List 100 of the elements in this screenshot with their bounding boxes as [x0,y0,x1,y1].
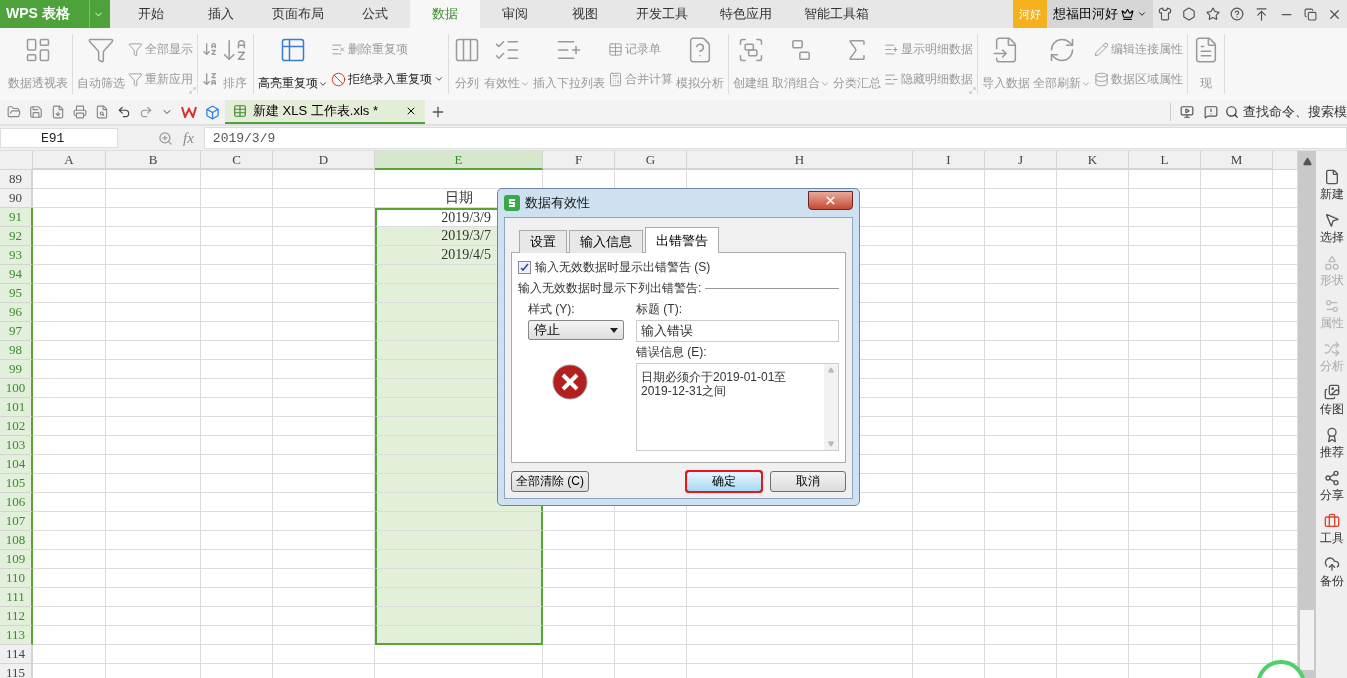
row-header[interactable]: 115 [0,664,33,678]
side-panel-item[interactable]: 分享 [1319,470,1344,504]
row-header[interactable]: 112 [0,607,33,626]
side-panel-item[interactable]: 备份 [1319,556,1344,590]
column-header[interactable]: F [543,151,615,170]
search-field[interactable]: 查找命令、搜索模 [1243,103,1347,121]
zoom-icon[interactable] [158,130,173,146]
table-cell [201,284,273,303]
formula-field[interactable]: 2019/3/9 [203,127,1347,149]
column-header[interactable]: I [913,151,985,170]
side-panel-item[interactable]: 传图 [1319,384,1344,418]
launcher-icon[interactable] [189,87,196,94]
row-header[interactable]: 110 [0,569,33,588]
table-cell [985,626,1057,645]
scroll-thumb[interactable] [1300,610,1314,670]
row-header[interactable]: 91 [0,208,33,227]
row-header[interactable]: 105 [0,474,33,493]
column-header[interactable]: G [615,151,687,170]
row-header[interactable]: 97 [0,322,33,341]
table-cell [201,607,273,626]
name-box[interactable]: E91 [0,128,118,148]
close-button[interactable] [808,190,853,210]
scrollbar[interactable] [1298,151,1316,678]
menu-tab[interactable]: 数据 [410,0,480,28]
dialog-button[interactable]: 确定 [686,471,762,492]
column-header[interactable]: J [985,151,1057,170]
column-header[interactable]: E [375,151,543,170]
row-header[interactable]: 102 [0,417,33,436]
row-header[interactable]: 103 [0,436,33,455]
column-header[interactable]: D [273,151,375,170]
row-header[interactable]: 98 [0,341,33,360]
menu-tab[interactable]: 开始 [116,0,186,28]
style-dropdown[interactable]: 停止 [528,320,624,340]
menu-tab[interactable]: 公式 [340,0,410,28]
function-label[interactable]: fx [173,129,204,147]
scroll-up-icon[interactable] [1302,157,1312,166]
side-panel-item[interactable]: 新建 [1319,169,1344,203]
message-field[interactable]: 日期必须介于2019-01-01至 2019-12-31之间 [636,363,839,451]
share-icon [1323,470,1340,486]
column-header[interactable]: L [1129,151,1201,170]
column-header[interactable]: B [106,151,201,170]
dialog-tab[interactable]: 输入信息 [569,230,643,253]
row-header[interactable]: 93 [0,246,33,265]
column-header[interactable]: M [1201,151,1273,170]
row-header[interactable]: 114 [0,645,33,664]
checkbox[interactable] [518,261,531,274]
menu-tab[interactable]: 特色应用 [704,0,788,28]
ribbon-button[interactable]: 拒绝录入重复项 [330,68,445,90]
dialog-tab[interactable]: 出错警告 [645,227,719,253]
app-menu-button[interactable]: WPS 表格 [0,0,110,28]
row-header[interactable]: 89 [0,170,33,189]
row-header[interactable]: 92 [0,227,33,246]
column-header[interactable]: H [687,151,913,170]
table-cell [1201,189,1273,208]
account-button[interactable]: 想福田河好 [1047,0,1153,28]
row-header[interactable]: 104 [0,455,33,474]
row-header[interactable]: 90 [0,189,33,208]
table-cell [913,493,985,512]
launcher-icon[interactable] [969,87,976,94]
column-header[interactable]: A [33,151,106,170]
column-header[interactable]: C [201,151,273,170]
row-header[interactable]: 111 [0,588,33,607]
row-header[interactable]: 107 [0,512,33,531]
row-header[interactable]: 113 [0,626,33,645]
scroll-down-icon[interactable] [828,441,834,447]
table-cell [1057,189,1129,208]
row-header[interactable]: 100 [0,379,33,398]
menu-tab[interactable]: 视图 [550,0,620,28]
ribbon-button[interactable]: 高亮重复项 [257,34,329,94]
dialog-tab[interactable]: 设置 [519,230,567,253]
row-header[interactable]: 96 [0,303,33,322]
table-cell [913,208,985,227]
dialog-button[interactable]: 全部清除 (C) [511,471,589,492]
table-cell [1201,607,1273,626]
row-header[interactable]: 109 [0,550,33,569]
table-cell [1129,645,1201,664]
row-header[interactable]: 108 [0,531,33,550]
row-header[interactable]: 94 [0,265,33,284]
title-field[interactable]: 输入错误 [636,320,839,342]
menu-tab[interactable]: 审阅 [480,0,550,28]
side-panel-item[interactable]: 工具 [1319,513,1344,547]
close-icon[interactable] [405,105,417,117]
row-header[interactable]: 101 [0,398,33,417]
menu-tab[interactable]: 开发工具 [620,0,704,28]
row-header[interactable]: 106 [0,493,33,512]
dialog-button[interactable]: 取消 [770,471,846,492]
table-cell [985,645,1057,664]
side-panel-item[interactable]: 推荐 [1319,427,1344,461]
menu-tab[interactable]: 智能工具箱 [788,0,885,28]
row-header[interactable]: 99 [0,360,33,379]
side-panel-item[interactable]: 选择 [1319,212,1344,246]
wps-logo-icon[interactable] [178,106,200,118]
menu-tab[interactable]: 页面布局 [256,0,340,28]
document-tab[interactable]: 新建 XLS 工作表.xls * [225,100,425,124]
table-cell [201,360,273,379]
table-cell [913,398,985,417]
column-header[interactable]: K [1057,151,1129,170]
row-header[interactable]: 95 [0,284,33,303]
menu-tab[interactable]: 插入 [186,0,256,28]
error-icon [552,364,588,400]
